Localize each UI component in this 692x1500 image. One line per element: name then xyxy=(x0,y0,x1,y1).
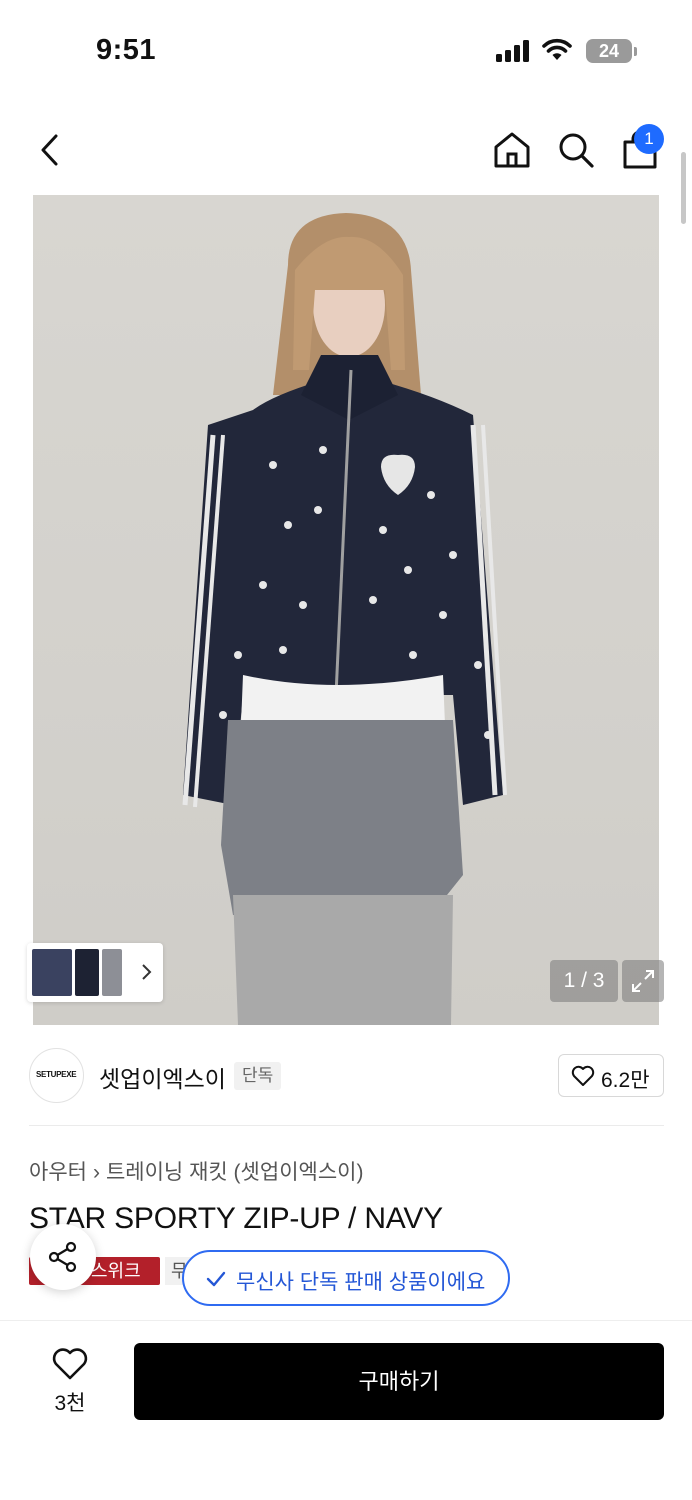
product-title: STAR SPORTY ZIP-UP / NAVY xyxy=(29,1202,443,1235)
battery-tip xyxy=(634,47,637,56)
cart-count-badge: 1 xyxy=(634,124,664,154)
heart-icon xyxy=(52,1348,88,1380)
brand-logo[interactable]: SETUPEXE xyxy=(29,1048,84,1103)
search-icon[interactable] xyxy=(556,130,596,170)
battery-indicator: 24 xyxy=(586,39,632,63)
expand-icon xyxy=(632,970,654,992)
check-icon xyxy=(206,1271,226,1287)
brand-name[interactable]: 셋업이엑스이 xyxy=(99,1060,226,1094)
thumbnail-2[interactable] xyxy=(75,949,99,996)
wishlist-button[interactable]: 3천 xyxy=(40,1347,100,1417)
product-image[interactable] xyxy=(33,195,659,1025)
status-bar: 9:51 24 xyxy=(0,0,692,100)
thumbnail-3[interactable] xyxy=(102,949,122,996)
top-nav xyxy=(0,120,692,182)
share-button[interactable] xyxy=(30,1224,96,1290)
expand-button[interactable] xyxy=(622,960,664,1002)
buy-button[interactable]: 구매하기 xyxy=(134,1343,664,1420)
brand-logo-text: SETUPEXE xyxy=(36,1070,77,1079)
product-photo-illustration xyxy=(182,213,507,1025)
exclusive-toast: 무신사 단독 판매 상품이에요 xyxy=(182,1250,510,1306)
breadcrumb-item-category[interactable]: 아우터 xyxy=(29,1161,87,1184)
breadcrumb-item-subcategory[interactable]: 트레이닝 재킷 (셋업이엑스이) xyxy=(106,1161,364,1184)
home-icon[interactable] xyxy=(492,130,532,170)
brand-like-count: 6.2만 xyxy=(601,1069,650,1092)
scrollbar[interactable] xyxy=(681,152,686,224)
gallery-thumbnail-strip[interactable] xyxy=(27,943,163,1002)
image-counter: 1 / 3 xyxy=(550,960,618,1002)
chevron-right-icon[interactable] xyxy=(141,961,153,983)
back-icon[interactable] xyxy=(34,130,66,170)
bottom-action-bar: 3천 구매하기 xyxy=(0,1320,692,1500)
heart-icon xyxy=(571,1065,595,1086)
status-time: 9:51 xyxy=(96,34,157,66)
thumbnail-1[interactable] xyxy=(32,949,72,996)
wifi-icon xyxy=(542,38,572,60)
exclusive-badge: 단독 xyxy=(234,1062,282,1090)
toast-message: 무신사 단독 판매 상품이에요 xyxy=(236,1271,486,1294)
brand-like-button[interactable]: 6.2만 xyxy=(558,1054,664,1097)
wishlist-count: 3천 xyxy=(54,1392,86,1415)
divider xyxy=(29,1125,664,1126)
chevron-right-icon: › xyxy=(92,1161,100,1184)
breadcrumb: 아우터 › 트레이닝 재킷 (셋업이엑스이) xyxy=(29,1156,363,1186)
cellular-signal-icon xyxy=(496,40,529,62)
share-icon xyxy=(48,1241,77,1273)
